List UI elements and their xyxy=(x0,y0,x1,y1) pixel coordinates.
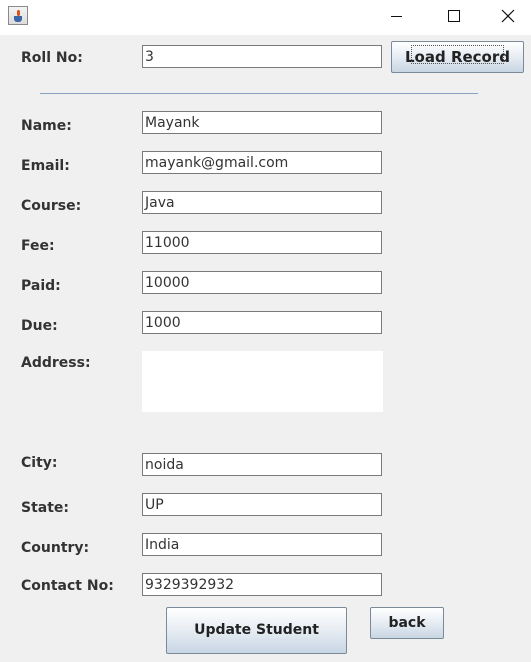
course-label: Course: xyxy=(21,198,82,214)
email-label: Email: xyxy=(21,158,70,174)
maximize-button[interactable] xyxy=(432,0,476,33)
title-bar xyxy=(0,0,531,35)
name-input[interactable]: Mayank xyxy=(142,111,382,134)
maximize-icon xyxy=(448,10,460,22)
close-button[interactable] xyxy=(487,0,531,33)
back-button[interactable]: back xyxy=(370,607,444,639)
city-label: City: xyxy=(21,455,58,471)
paid-input[interactable]: 10000 xyxy=(142,271,382,294)
fee-input[interactable]: 11000 xyxy=(142,231,382,254)
contact-no-label: Contact No: xyxy=(21,578,114,594)
java-cup-icon[interactable] xyxy=(8,6,28,25)
country-label: Country: xyxy=(21,540,90,556)
address-label: Address: xyxy=(21,355,91,371)
address-textarea[interactable] xyxy=(142,351,383,412)
load-record-button[interactable]: Load Record xyxy=(391,41,524,73)
course-input[interactable]: Java xyxy=(142,191,382,214)
contact-no-input[interactable]: 9329392932 xyxy=(142,573,382,596)
name-label: Name: xyxy=(21,118,72,134)
email-input[interactable]: mayank@gmail.com xyxy=(142,151,382,174)
city-input[interactable]: noida xyxy=(142,453,382,476)
due-label: Due: xyxy=(21,318,58,334)
separator xyxy=(40,93,478,94)
state-label: State: xyxy=(21,500,70,516)
due-input[interactable]: 1000 xyxy=(142,311,382,334)
roll-no-input[interactable]: 3 xyxy=(142,45,382,68)
minimize-button[interactable] xyxy=(375,0,419,33)
focus-indicator xyxy=(411,45,504,64)
state-input[interactable]: UP xyxy=(142,493,382,516)
fee-label: Fee: xyxy=(21,238,55,254)
paid-label: Paid: xyxy=(21,278,61,294)
roll-no-label: Roll No: xyxy=(21,50,83,66)
minimize-icon xyxy=(391,16,402,17)
country-input[interactable]: India xyxy=(142,533,382,556)
update-student-button[interactable]: Update Student xyxy=(166,607,347,654)
close-icon xyxy=(501,9,515,23)
